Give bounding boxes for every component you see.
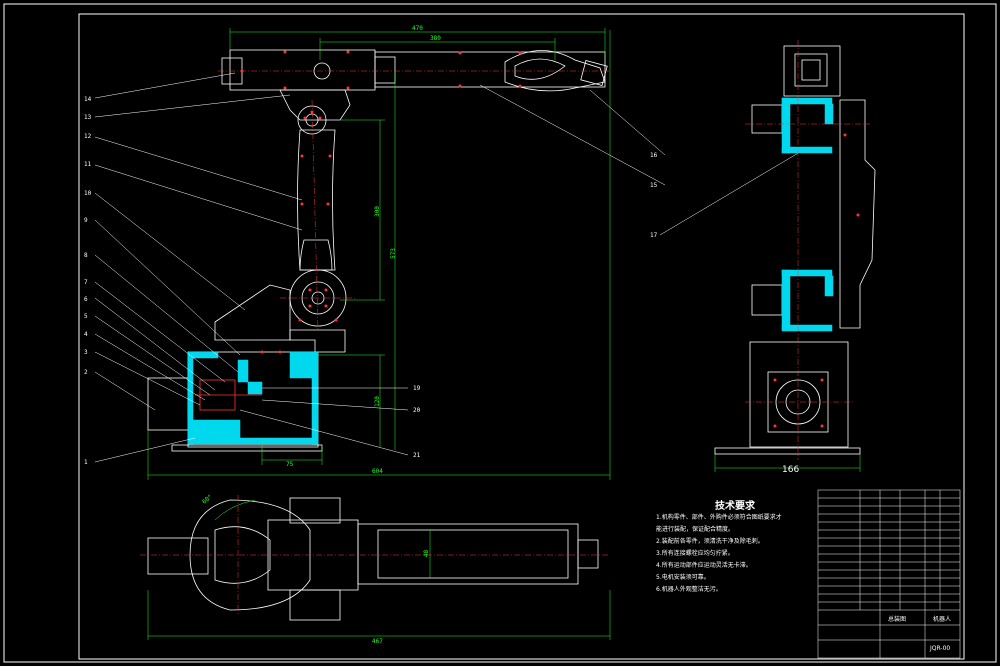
- callout-left-2: 2: [84, 369, 88, 376]
- tech-item: 2.装配前各零件，须清洗干净及除毛刺。: [656, 538, 764, 545]
- callout-left-10: 10: [84, 190, 92, 197]
- dim-vert-arm: 300: [373, 206, 381, 217]
- plan-view: [147, 497, 599, 621]
- callout-right-15: 15: [650, 182, 658, 189]
- front-view: [147, 49, 608, 452]
- technical-requirements: 技术要求 1.机构零件、部件、外购件必须符合图纸要求才 能进行装配，保证配合精度。…: [656, 497, 806, 596]
- tech-item: 能进行装配，保证配合精度。: [656, 526, 735, 533]
- tech-items: 1.机构零件、部件、外购件必须符合图纸要求才 能进行装配，保证配合精度。 2.装配前…: [656, 512, 806, 596]
- callout-right-20: 20: [413, 407, 421, 414]
- tech-title: 技术要求: [715, 501, 755, 512]
- callout-left-9: 9: [84, 217, 88, 224]
- callout-right-21: 21: [413, 452, 421, 459]
- dim-plan-height: 48: [423, 549, 431, 558]
- title-block: [817, 489, 961, 659]
- callout-left-4: 4: [84, 331, 88, 338]
- callout-left-5: 5: [84, 313, 88, 320]
- callout-left-8: 8: [84, 252, 88, 259]
- tech-item: 3.所有连接螺栓应均匀拧紧。: [656, 550, 734, 557]
- tech-item: 1.机构零件、部件、外购件必须符合图纸要求才: [656, 514, 782, 521]
- title-sheet-label: 总装图: [888, 616, 907, 623]
- title-drawing-name: 机器人: [933, 616, 952, 623]
- callout-left-1: 1: [84, 459, 88, 466]
- dim-side-width: 166: [782, 465, 800, 475]
- dim-top-total: 470: [412, 25, 423, 32]
- callout-17: 17: [650, 232, 658, 239]
- tech-item: 6.机器人外观整洁无污。: [656, 586, 722, 593]
- cad-drawing-canvas: { "callouts_left": ["14","13","12","11",…: [0, 0, 1000, 666]
- mechanical-drawing: [3, 3, 997, 663]
- callout-left-13: 13: [84, 114, 92, 121]
- side-section: [781, 97, 834, 332]
- callout-left-6: 6: [84, 296, 88, 303]
- dim-base-small: 75: [286, 461, 294, 468]
- plan-centerlines: [140, 495, 610, 615]
- callout-left-3: 3: [84, 349, 88, 356]
- callout-left-11: 11: [84, 161, 92, 168]
- side-view: [714, 45, 876, 455]
- dim-base-width: 604: [372, 468, 383, 475]
- callout-right-19: 19: [413, 385, 421, 392]
- tech-item: 5.电机安装须可靠。: [656, 574, 710, 581]
- dim-vert-base: 120: [373, 396, 381, 407]
- callout-left-12: 12: [84, 133, 92, 140]
- front-base-section: [187, 351, 319, 445]
- dim-plan-width: 467: [372, 638, 383, 645]
- front-dimensions: [147, 28, 611, 480]
- callout-left-14: 14: [84, 96, 92, 103]
- dim-vert-total: 573: [389, 248, 397, 259]
- front-centerlines: [218, 70, 610, 331]
- plan-dimensions: [147, 499, 611, 640]
- tech-item: 4.所有运动部件应运动灵活无卡滞。: [656, 562, 752, 569]
- callout-left-7: 7: [84, 279, 88, 286]
- sheet-outer-border: [3, 3, 997, 663]
- title-code: JQR-00: [930, 645, 951, 652]
- callout-right-16: 16: [650, 152, 658, 159]
- front-leaders: [94, 72, 801, 463]
- dim-top-inner: 380: [430, 35, 441, 42]
